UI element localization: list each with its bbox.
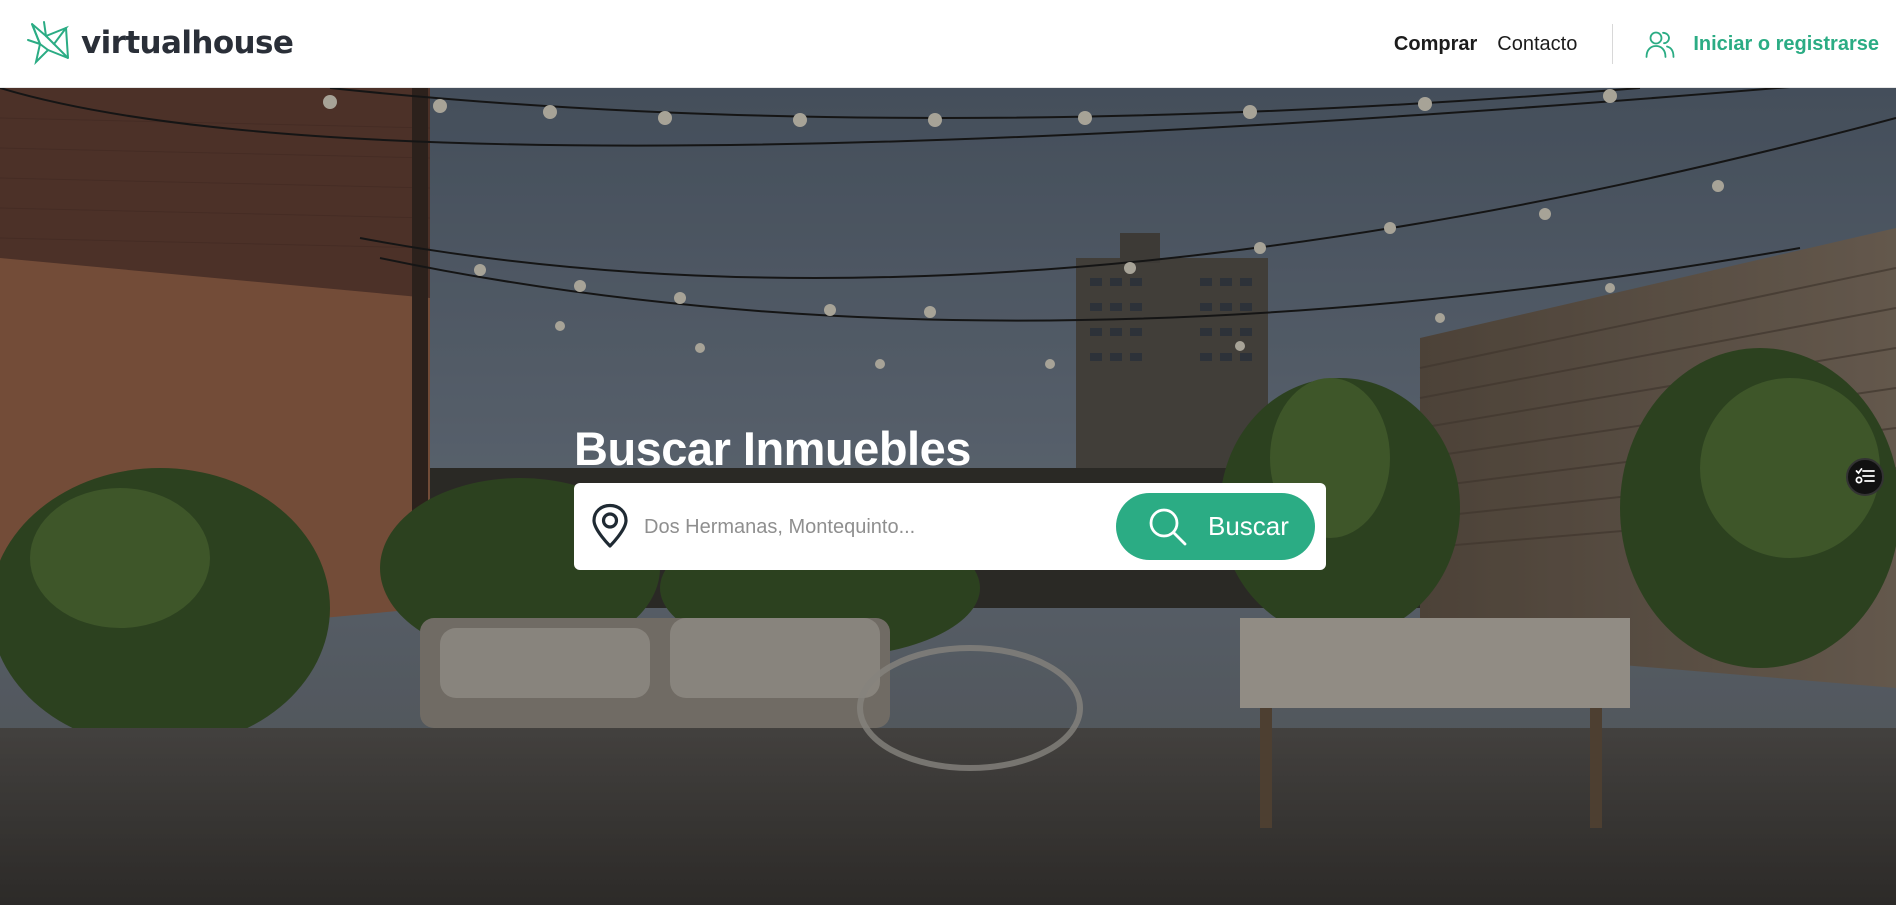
login-label: Iniciar o registrarse <box>1693 32 1879 55</box>
brand-name: virtualhouse <box>81 25 294 61</box>
search-bar: Buscar <box>574 483 1326 570</box>
hero-title: Buscar Inmuebles <box>574 422 971 475</box>
hero-section: Buscar Inmuebles Buscar <box>0 88 1896 905</box>
filter-widget-button[interactable] <box>1846 458 1884 496</box>
brand-logo[interactable]: virtualhouse <box>26 20 294 66</box>
nav-link-comprar[interactable]: Comprar <box>1394 33 1477 56</box>
main-nav: Comprar Contacto Iniciar o registrarse <box>1394 0 1896 88</box>
search-icon <box>1149 508 1187 545</box>
search-button-label: Buscar <box>1208 511 1289 541</box>
nav-divider <box>1612 24 1614 64</box>
top-header: virtualhouse Comprar Contacto Iniciar o … <box>0 0 1896 88</box>
star-network-icon <box>27 21 69 66</box>
filter-list-icon <box>1855 468 1875 484</box>
search-button[interactable]: Buscar <box>1116 493 1315 560</box>
users-icon <box>1645 31 1675 58</box>
nav-link-contacto[interactable]: Contacto <box>1497 33 1577 56</box>
map-pin-icon <box>592 503 628 548</box>
login-register-link[interactable]: Iniciar o registrarse <box>1645 29 1879 59</box>
location-search-input[interactable] <box>644 505 1094 549</box>
